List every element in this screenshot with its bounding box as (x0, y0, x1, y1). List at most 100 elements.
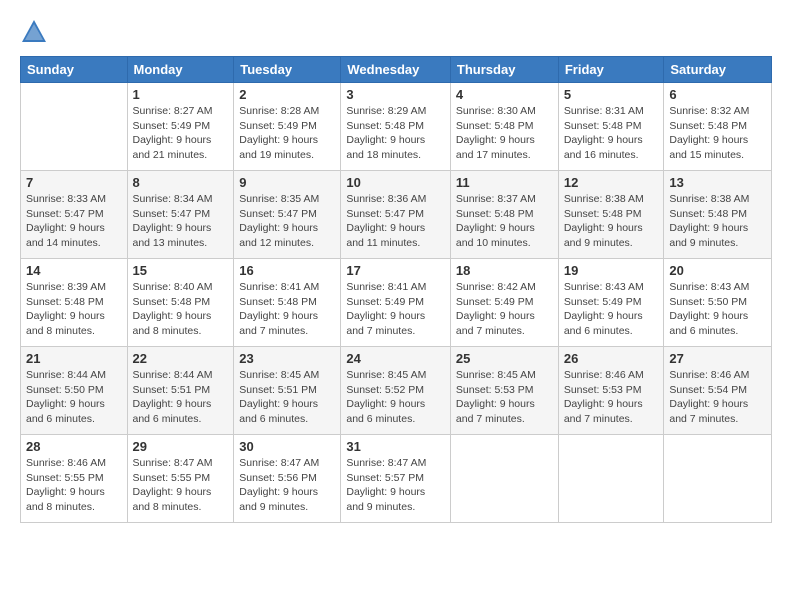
day-number: 25 (456, 351, 553, 366)
header (20, 18, 772, 46)
day-info: Sunrise: 8:41 AM Sunset: 5:49 PM Dayligh… (346, 280, 445, 339)
calendar-cell: 27 Sunrise: 8:46 AM Sunset: 5:54 PM Dayli… (664, 347, 772, 435)
calendar-cell: 28 Sunrise: 8:46 AM Sunset: 5:55 PM Dayli… (21, 435, 128, 523)
calendar-cell: 18 Sunrise: 8:42 AM Sunset: 5:49 PM Dayli… (450, 259, 558, 347)
day-info: Sunrise: 8:47 AM Sunset: 5:56 PM Dayligh… (239, 456, 335, 515)
calendar-cell: 9 Sunrise: 8:35 AM Sunset: 5:47 PM Daylig… (234, 171, 341, 259)
day-info: Sunrise: 8:45 AM Sunset: 5:53 PM Dayligh… (456, 368, 553, 427)
calendar-cell: 17 Sunrise: 8:41 AM Sunset: 5:49 PM Dayli… (341, 259, 451, 347)
day-info: Sunrise: 8:38 AM Sunset: 5:48 PM Dayligh… (564, 192, 659, 251)
day-number: 26 (564, 351, 659, 366)
calendar-cell: 19 Sunrise: 8:43 AM Sunset: 5:49 PM Dayli… (558, 259, 664, 347)
day-number: 5 (564, 87, 659, 102)
day-number: 28 (26, 439, 122, 454)
day-info: Sunrise: 8:33 AM Sunset: 5:47 PM Dayligh… (26, 192, 122, 251)
calendar-cell: 22 Sunrise: 8:44 AM Sunset: 5:51 PM Dayli… (127, 347, 234, 435)
calendar-cell (450, 435, 558, 523)
day-number: 9 (239, 175, 335, 190)
day-info: Sunrise: 8:38 AM Sunset: 5:48 PM Dayligh… (669, 192, 766, 251)
day-info: Sunrise: 8:27 AM Sunset: 5:49 PM Dayligh… (133, 104, 229, 163)
calendar-cell: 20Sunrise: 8:43 AM Sunset: 5:50 PM Dayli… (664, 259, 772, 347)
calendar-cell: 1 Sunrise: 8:27 AM Sunset: 5:49 PM Daylig… (127, 83, 234, 171)
calendar-cell: 7Sunrise: 8:33 AM Sunset: 5:47 PM Daylig… (21, 171, 128, 259)
day-info: Sunrise: 8:41 AM Sunset: 5:48 PM Dayligh… (239, 280, 335, 339)
day-number: 14 (26, 263, 122, 278)
day-number: 31 (346, 439, 445, 454)
day-info: Sunrise: 8:45 AM Sunset: 5:52 PM Dayligh… (346, 368, 445, 427)
day-info: Sunrise: 8:43 AM Sunset: 5:49 PM Dayligh… (564, 280, 659, 339)
day-info: Sunrise: 8:44 AM Sunset: 5:50 PM Dayligh… (26, 368, 122, 427)
day-number: 29 (133, 439, 229, 454)
calendar-cell: 4Sunrise: 8:30 AM Sunset: 5:48 PM Daylig… (450, 83, 558, 171)
day-info: Sunrise: 8:31 AM Sunset: 5:48 PM Dayligh… (564, 104, 659, 163)
weekday-header-row: SundayMondayTuesdayWednesdayThursdayFrid… (21, 57, 772, 83)
calendar-cell: 15Sunrise: 8:40 AM Sunset: 5:48 PM Dayli… (127, 259, 234, 347)
day-info: Sunrise: 8:42 AM Sunset: 5:49 PM Dayligh… (456, 280, 553, 339)
day-number: 6 (669, 87, 766, 102)
calendar-cell: 21Sunrise: 8:44 AM Sunset: 5:50 PM Dayli… (21, 347, 128, 435)
day-info: Sunrise: 8:29 AM Sunset: 5:48 PM Dayligh… (346, 104, 445, 163)
day-info: Sunrise: 8:34 AM Sunset: 5:47 PM Dayligh… (133, 192, 229, 251)
calendar-cell: 24 Sunrise: 8:45 AM Sunset: 5:52 PM Dayli… (341, 347, 451, 435)
calendar-cell: 23 Sunrise: 8:45 AM Sunset: 5:51 PM Dayli… (234, 347, 341, 435)
calendar-cell: 29 Sunrise: 8:47 AM Sunset: 5:55 PM Dayli… (127, 435, 234, 523)
day-info: Sunrise: 8:45 AM Sunset: 5:51 PM Dayligh… (239, 368, 335, 427)
calendar-cell: 12 Sunrise: 8:38 AM Sunset: 5:48 PM Dayli… (558, 171, 664, 259)
weekday-header-saturday: Saturday (664, 57, 772, 83)
page: SundayMondayTuesdayWednesdayThursdayFrid… (0, 0, 792, 612)
calendar-cell (558, 435, 664, 523)
calendar-cell: 10 Sunrise: 8:36 AM Sunset: 5:47 PM Dayli… (341, 171, 451, 259)
day-number: 11 (456, 175, 553, 190)
calendar-week-5: 28 Sunrise: 8:46 AM Sunset: 5:55 PM Dayli… (21, 435, 772, 523)
calendar-cell: 5 Sunrise: 8:31 AM Sunset: 5:48 PM Daylig… (558, 83, 664, 171)
calendar-cell: 16 Sunrise: 8:41 AM Sunset: 5:48 PM Dayli… (234, 259, 341, 347)
day-info: Sunrise: 8:30 AM Sunset: 5:48 PM Dayligh… (456, 104, 553, 163)
day-info: Sunrise: 8:47 AM Sunset: 5:57 PM Dayligh… (346, 456, 445, 515)
day-number: 10 (346, 175, 445, 190)
weekday-header-sunday: Sunday (21, 57, 128, 83)
weekday-header-friday: Friday (558, 57, 664, 83)
weekday-header-thursday: Thursday (450, 57, 558, 83)
day-number: 27 (669, 351, 766, 366)
calendar-cell (664, 435, 772, 523)
day-number: 1 (133, 87, 229, 102)
logo-icon (20, 18, 48, 46)
calendar-cell: 14 Sunrise: 8:39 AM Sunset: 5:48 PM Dayli… (21, 259, 128, 347)
calendar-week-3: 14 Sunrise: 8:39 AM Sunset: 5:48 PM Dayli… (21, 259, 772, 347)
calendar-cell: 31 Sunrise: 8:47 AM Sunset: 5:57 PM Dayli… (341, 435, 451, 523)
day-info: Sunrise: 8:44 AM Sunset: 5:51 PM Dayligh… (133, 368, 229, 427)
day-info: Sunrise: 8:39 AM Sunset: 5:48 PM Dayligh… (26, 280, 122, 339)
calendar-cell: 30Sunrise: 8:47 AM Sunset: 5:56 PM Dayli… (234, 435, 341, 523)
weekday-header-wednesday: Wednesday (341, 57, 451, 83)
day-number: 13 (669, 175, 766, 190)
calendar-cell: 8 Sunrise: 8:34 AM Sunset: 5:47 PM Daylig… (127, 171, 234, 259)
day-number: 12 (564, 175, 659, 190)
day-number: 16 (239, 263, 335, 278)
calendar-body: 1 Sunrise: 8:27 AM Sunset: 5:49 PM Daylig… (21, 83, 772, 523)
day-number: 24 (346, 351, 445, 366)
calendar-cell: 13 Sunrise: 8:38 AM Sunset: 5:48 PM Dayli… (664, 171, 772, 259)
day-number: 19 (564, 263, 659, 278)
calendar-cell: 11Sunrise: 8:37 AM Sunset: 5:48 PM Dayli… (450, 171, 558, 259)
day-info: Sunrise: 8:46 AM Sunset: 5:54 PM Dayligh… (669, 368, 766, 427)
calendar-cell (21, 83, 128, 171)
day-info: Sunrise: 8:28 AM Sunset: 5:49 PM Dayligh… (239, 104, 335, 163)
day-number: 8 (133, 175, 229, 190)
day-number: 22 (133, 351, 229, 366)
day-number: 17 (346, 263, 445, 278)
day-info: Sunrise: 8:46 AM Sunset: 5:55 PM Dayligh… (26, 456, 122, 515)
day-info: Sunrise: 8:47 AM Sunset: 5:55 PM Dayligh… (133, 456, 229, 515)
day-number: 3 (346, 87, 445, 102)
calendar-cell: 25 Sunrise: 8:45 AM Sunset: 5:53 PM Dayli… (450, 347, 558, 435)
day-number: 18 (456, 263, 553, 278)
weekday-header-monday: Monday (127, 57, 234, 83)
day-number: 20 (669, 263, 766, 278)
day-number: 23 (239, 351, 335, 366)
day-info: Sunrise: 8:36 AM Sunset: 5:47 PM Dayligh… (346, 192, 445, 251)
day-info: Sunrise: 8:40 AM Sunset: 5:48 PM Dayligh… (133, 280, 229, 339)
logo (20, 18, 52, 46)
day-info: Sunrise: 8:35 AM Sunset: 5:47 PM Dayligh… (239, 192, 335, 251)
calendar: SundayMondayTuesdayWednesdayThursdayFrid… (20, 56, 772, 523)
calendar-cell: 6Sunrise: 8:32 AM Sunset: 5:48 PM Daylig… (664, 83, 772, 171)
calendar-header: SundayMondayTuesdayWednesdayThursdayFrid… (21, 57, 772, 83)
